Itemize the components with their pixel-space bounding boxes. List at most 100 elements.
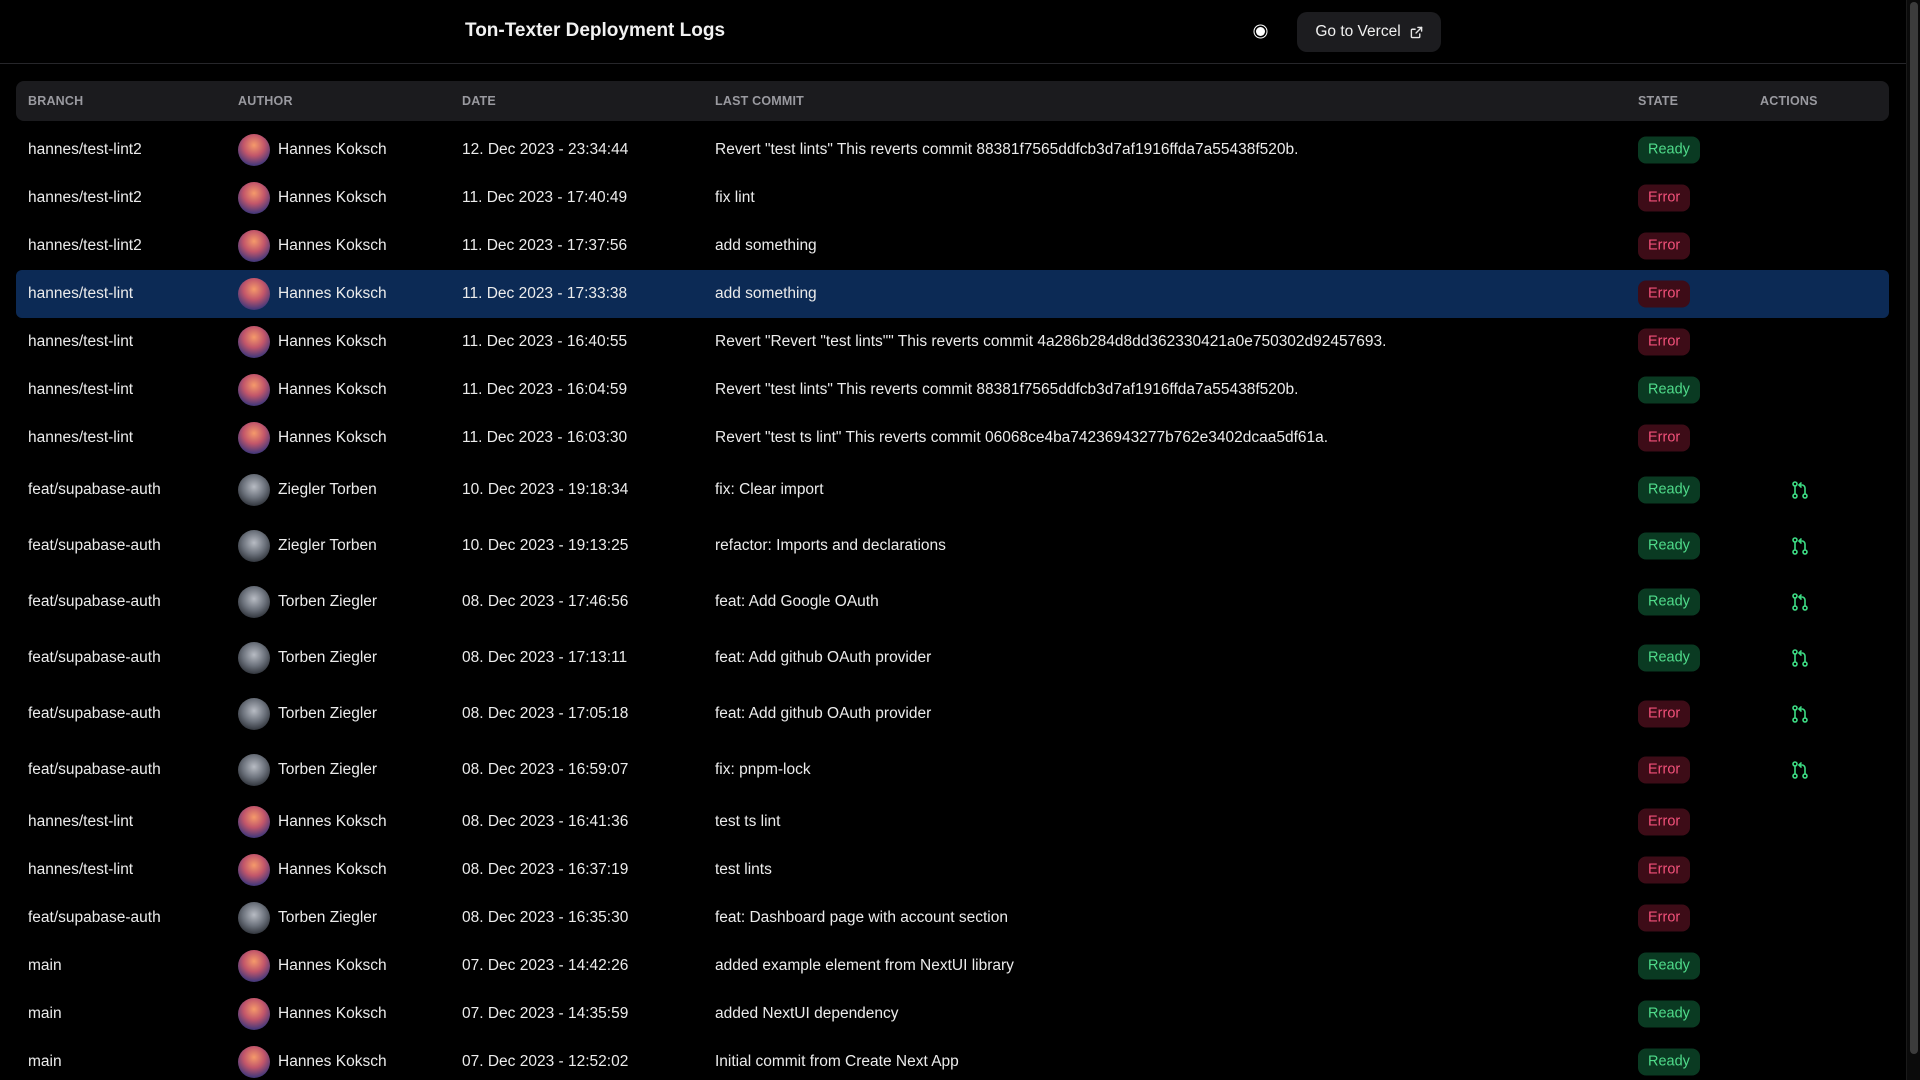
table-row[interactable]: feat/supabase-auth Ziegler Torben 10. Dec … <box>16 518 1889 574</box>
author-cell: Hannes Koksch <box>238 278 387 310</box>
theme-toggle-button[interactable] <box>1253 24 1267 38</box>
branch-cell: feat/supabase-auth <box>28 481 161 498</box>
status-badge: Error <box>1638 280 1691 308</box>
state-cell: Error <box>1638 856 1691 884</box>
author-name: Hannes Koksch <box>278 429 387 446</box>
table-row[interactable]: hannes/test-lint2 Hannes Koksch 12. Dec 20… <box>16 126 1889 174</box>
branch-cell: hannes/test-lint2 <box>28 237 142 254</box>
date-cell: 11. Dec 2023 - 16:04:59 <box>462 381 628 398</box>
table-row[interactable]: hannes/test-lint Hannes Koksch 08. Dec 202… <box>16 846 1889 894</box>
scrollbar-thumb[interactable] <box>1910 2 1918 1054</box>
column-header-actions[interactable]: ACTIONS <box>1760 94 1818 108</box>
pull-request-icon[interactable] <box>1790 760 1810 780</box>
branch-cell: hannes/test-lint <box>28 813 134 830</box>
state-cell: Ready <box>1638 376 1700 404</box>
table-row[interactable]: feat/supabase-auth Torben Ziegler 08. Dec … <box>16 686 1889 742</box>
avatar <box>238 754 270 786</box>
table-row[interactable]: hannes/test-lint Hannes Koksch 08. Dec 202… <box>16 798 1889 846</box>
table-row[interactable]: hannes/test-lint Hannes Koksch 11. Dec 202… <box>16 414 1889 462</box>
status-badge: Ready <box>1638 532 1700 560</box>
state-cell: Ready <box>1638 136 1700 164</box>
date-cell: 11. Dec 2023 - 17:33:38 <box>462 285 628 302</box>
status-badge: Error <box>1638 328 1691 356</box>
pull-request-icon[interactable] <box>1790 648 1810 668</box>
author-cell: Hannes Koksch <box>238 806 387 838</box>
commit-message-cell: fix: pnpm-lock <box>715 761 811 778</box>
actions-cell <box>1790 704 1810 724</box>
table-row[interactable]: hannes/test-lint Hannes Koksch 11. Dec 202… <box>16 270 1889 318</box>
avatar <box>238 698 270 730</box>
date-cell: 12. Dec 2023 - 23:34:44 <box>462 141 629 158</box>
actions-cell <box>1790 536 1810 556</box>
pull-request-icon[interactable] <box>1790 592 1810 612</box>
state-cell: Ready <box>1638 476 1700 504</box>
table-row[interactable]: feat/supabase-auth Torben Ziegler 08. Dec … <box>16 742 1889 798</box>
author-cell: Hannes Koksch <box>238 1046 387 1078</box>
avatar <box>238 182 270 214</box>
commit-message-cell: feat: Add github OAuth provider <box>715 705 932 722</box>
date-cell: 08. Dec 2023 - 16:59:07 <box>462 761 629 778</box>
status-badge: Ready <box>1638 588 1700 616</box>
state-cell: Error <box>1638 756 1691 784</box>
commit-message-cell: feat: Add github OAuth provider <box>715 649 932 666</box>
pull-request-icon[interactable] <box>1790 536 1810 556</box>
commit-message-cell: test ts lint <box>715 813 781 830</box>
author-cell: Torben Ziegler <box>238 698 377 730</box>
table-row[interactable]: feat/supabase-auth Torben Ziegler 08. Dec … <box>16 894 1889 942</box>
table-row[interactable]: feat/supabase-auth Torben Ziegler 08. Dec … <box>16 630 1889 686</box>
avatar <box>238 422 270 454</box>
author-cell: Hannes Koksch <box>238 422 387 454</box>
commit-message-cell: test lints <box>715 861 772 878</box>
status-badge: Ready <box>1638 644 1700 672</box>
author-name: Ziegler Torben <box>278 537 377 554</box>
avatar <box>238 806 270 838</box>
top-bar: Ton-Texter Deployment Logs Go to Vercel <box>0 0 1906 64</box>
table-row[interactable]: hannes/test-lint2 Hannes Koksch 11. Dec 20… <box>16 174 1889 222</box>
table-row[interactable]: hannes/test-lint Hannes Koksch 11. Dec 202… <box>16 366 1889 414</box>
table-row[interactable]: main Hannes Koksch 07. Dec 2023 - 14:42:26… <box>16 942 1889 990</box>
pull-request-icon[interactable] <box>1790 704 1810 724</box>
external-link-icon <box>1410 26 1422 38</box>
author-name: Hannes Koksch <box>278 813 387 830</box>
table-row[interactable]: main Hannes Koksch 07. Dec 2023 - 12:52:02… <box>16 1038 1889 1080</box>
table-row[interactable]: main Hannes Koksch 07. Dec 2023 - 14:35:59… <box>16 990 1889 1038</box>
column-header-date[interactable]: DATE <box>462 94 496 108</box>
commit-message-cell: Revert "test lints" This reverts commit … <box>715 381 1299 398</box>
column-header-branch[interactable]: BRANCH <box>28 94 83 108</box>
state-cell: Error <box>1638 280 1691 308</box>
vertical-scrollbar[interactable] <box>1906 0 1920 1080</box>
author-name: Ziegler Torben <box>278 481 377 498</box>
author-name: Hannes Koksch <box>278 189 387 206</box>
table-row[interactable]: hannes/test-lint Hannes Koksch 11. Dec 202… <box>16 318 1889 366</box>
column-header-author[interactable]: AUTHOR <box>238 94 293 108</box>
table-row[interactable]: hannes/test-lint2 Hannes Koksch 11. Dec 20… <box>16 222 1889 270</box>
author-name: Torben Ziegler <box>278 705 378 722</box>
table-row[interactable]: feat/supabase-auth Torben Ziegler 08. Dec … <box>16 574 1889 630</box>
sun-icon <box>1255 26 1265 36</box>
avatar <box>238 374 270 406</box>
state-cell: Error <box>1638 904 1691 932</box>
page-title: Ton-Texter Deployment Logs <box>465 20 726 41</box>
author-cell: Hannes Koksch <box>238 230 387 262</box>
date-cell: 08. Dec 2023 - 17:46:56 <box>462 593 629 610</box>
author-cell: Torben Ziegler <box>238 586 377 618</box>
date-cell: 07. Dec 2023 - 14:35:59 <box>462 1005 629 1022</box>
table-row[interactable]: feat/supabase-auth Ziegler Torben 10. Dec … <box>16 462 1889 518</box>
avatar <box>238 902 270 934</box>
author-name: Hannes Koksch <box>278 1053 387 1070</box>
author-name: Hannes Koksch <box>278 381 387 398</box>
commit-message-cell: feat: Add Google OAuth <box>715 593 879 610</box>
author-name: Torben Ziegler <box>278 593 378 610</box>
avatar <box>238 950 270 982</box>
go-to-vercel-button[interactable]: Go to Vercel <box>1297 12 1441 52</box>
actions-cell <box>1790 648 1810 668</box>
author-name: Hannes Koksch <box>278 957 387 974</box>
column-header-last-commit[interactable]: LAST COMMIT <box>715 94 804 108</box>
column-header-state[interactable]: STATE <box>1638 94 1678 108</box>
state-cell: Ready <box>1638 1000 1700 1028</box>
author-cell: Hannes Koksch <box>238 374 387 406</box>
avatar <box>238 134 270 166</box>
pull-request-icon[interactable] <box>1790 480 1810 500</box>
commit-message-cell: Initial commit from Create Next App <box>715 1053 959 1070</box>
author-name: Hannes Koksch <box>278 285 387 302</box>
